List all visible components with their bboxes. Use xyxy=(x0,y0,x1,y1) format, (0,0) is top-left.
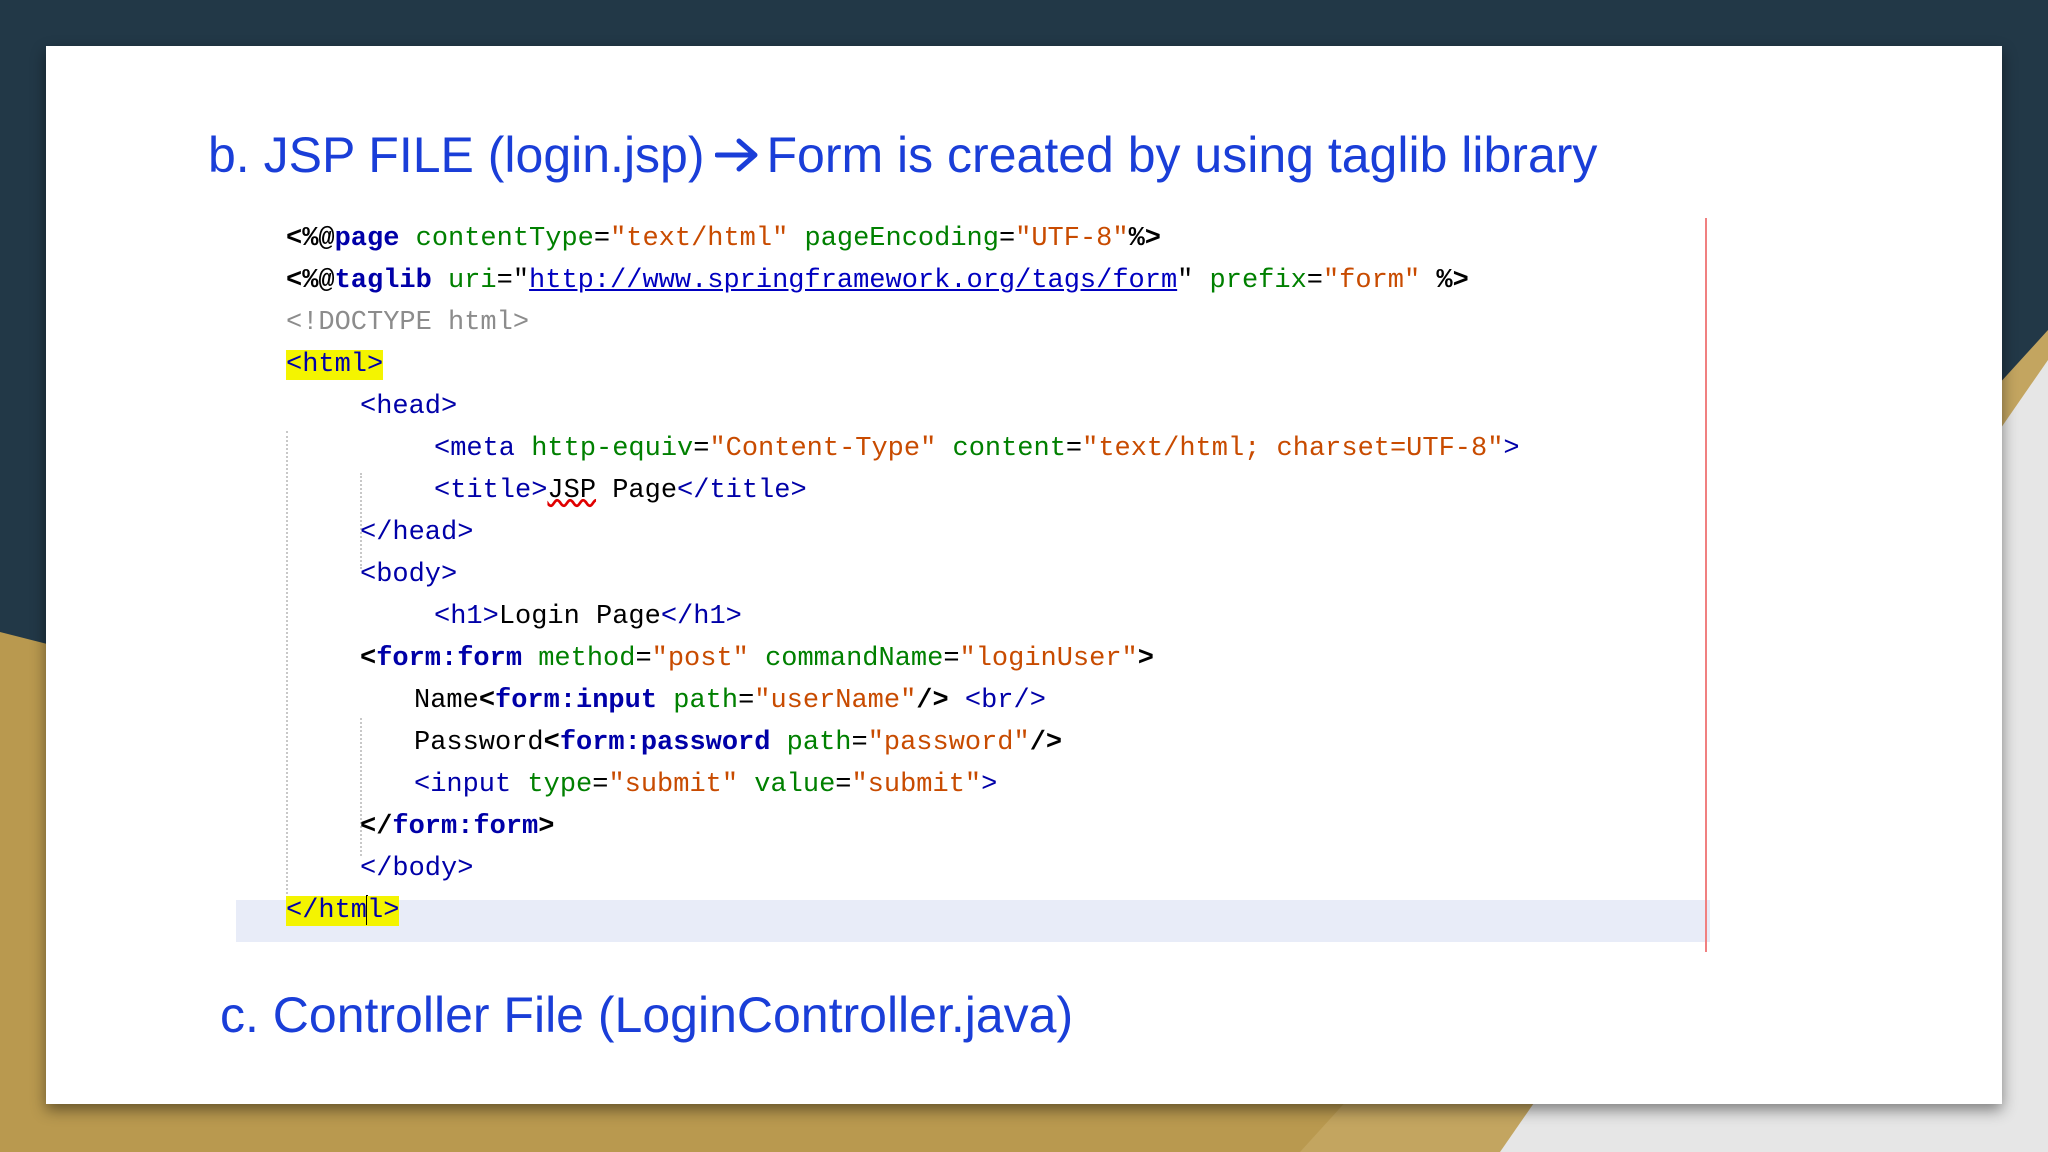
code-line-1: <%@page contentType="text/html" pageEnco… xyxy=(286,224,1161,254)
code-line-11: <form:form method="post" commandName="lo… xyxy=(360,644,1154,674)
code-line-5: <head> xyxy=(360,392,458,422)
heading-jsp-file-left: b. JSP FILE (login.jsp) xyxy=(208,127,705,183)
code-line-3: <!DOCTYPE html> xyxy=(286,308,530,338)
code-line-15: </form:form> xyxy=(360,812,555,842)
code-line-7: <title>JSP Page</title> xyxy=(434,476,807,506)
code-line-9: <body> xyxy=(360,560,458,590)
slide: b. JSP FILE (login.jsp) Form is created b… xyxy=(46,46,2002,1104)
code-line-16: </body> xyxy=(360,854,474,884)
margin-line xyxy=(1705,218,1707,952)
code-line-13: Password<form:password path="password"/> xyxy=(414,728,1063,758)
code-line-6: <meta http-equiv="Content-Type" content=… xyxy=(434,434,1520,464)
current-line-highlight xyxy=(236,900,1710,942)
code-line-14: <input type="submit" value="submit"> xyxy=(414,770,998,800)
heading-jsp-file: b. JSP FILE (login.jsp) Form is created b… xyxy=(208,126,1597,184)
taglib-url-link[interactable]: http://www.springframework.org/tags/form xyxy=(529,266,1177,296)
indent-guide xyxy=(286,431,288,898)
code-line-4: <html> xyxy=(286,350,384,380)
heading-controller-file: c. Controller File (LoginController.java… xyxy=(220,987,1074,1043)
code-line-8: </head> xyxy=(360,518,474,548)
code-line-12: Name<form:input path="userName"/> <br/> xyxy=(414,686,1046,716)
heading-jsp-file-right: Form is created by using taglib library xyxy=(766,127,1598,183)
code-line-17: </html> xyxy=(286,894,400,926)
code-screenshot: <%@page contentType="text/html" pageEnco… xyxy=(236,218,1758,952)
right-arrow-icon xyxy=(714,138,758,172)
code-line-2: <%@taglib uri="http://www.springframewor… xyxy=(286,266,1469,296)
code-line-10: <h1>Login Page</h1> xyxy=(434,602,742,632)
